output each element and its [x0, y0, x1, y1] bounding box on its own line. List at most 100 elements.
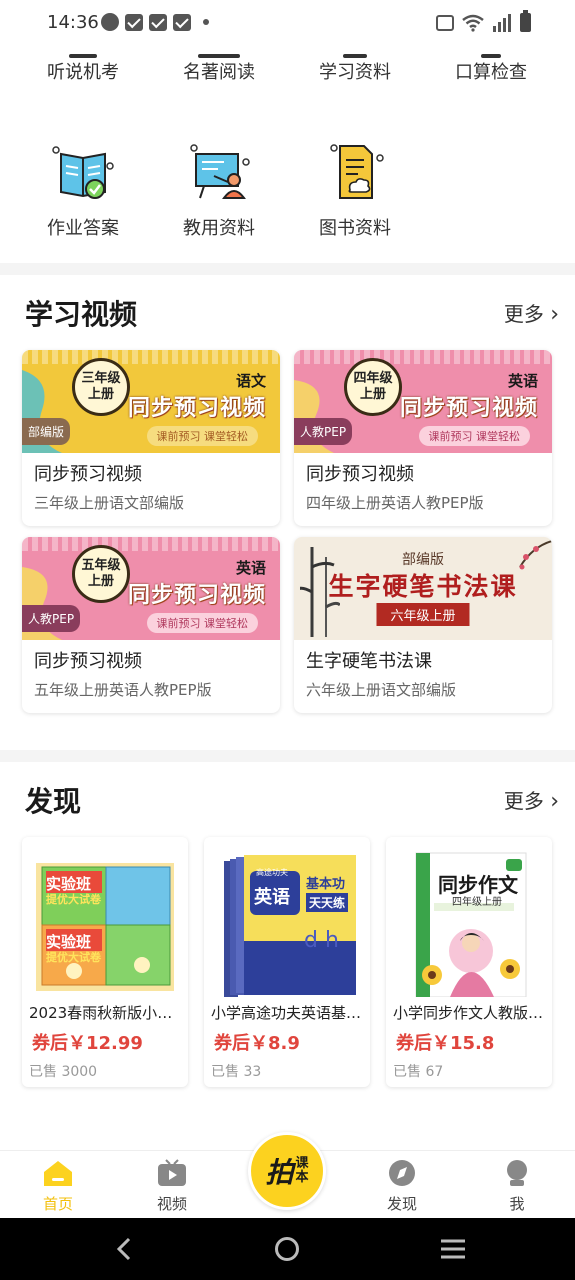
- nav-item-discover[interactable]: 发现: [362, 1159, 442, 1214]
- term-line: 上册: [359, 387, 386, 402]
- product-name: 2023春雨秋新版小学实验班提优大试卷: [29, 1004, 185, 1022]
- video-card[interactable]: 部编版 生字硬笔书法课 六年级上册 生字硬笔书法课 六年级上册语文部编版: [294, 537, 552, 713]
- nav-item-video[interactable]: 视频: [132, 1159, 212, 1214]
- thumb-title: 同步预习视频: [399, 396, 538, 421]
- center-button-sub: 课 本: [294, 1157, 309, 1185]
- edition-tag: 部编版: [22, 418, 71, 445]
- edition-tag: 人教PEP: [22, 605, 81, 632]
- product-card[interactable]: 同步作文 四年级上册 小学同步作文人教版四年级上册 券后￥15.8 已售 67: [386, 837, 552, 1087]
- product-name: 小学同步作文人教版四年级上册: [393, 1004, 549, 1022]
- video-thumbnail: 五年级 上册 人教PEP 英语 同步预习视频 课前预习 课堂轻松: [22, 537, 280, 640]
- tool-item-listening-exam[interactable]: 听说机考: [23, 40, 143, 84]
- document-cloud-icon: [320, 140, 390, 206]
- product-card[interactable]: 实验班 提优大试卷 实验班 提优大试卷 2023春雨秋新版小学实验班提优大试卷 …: [22, 837, 188, 1087]
- subject-label: 英语: [235, 559, 266, 577]
- video-card[interactable]: 四年级 上册 人教PEP 英语 同步预习视频 课前预习 课堂轻松 同步预习视频 四…: [294, 350, 552, 526]
- more-label: 更多: [503, 302, 544, 326]
- term-line: 上册: [87, 574, 114, 589]
- video-card[interactable]: 五年级 上册 人教PEP 英语 同步预习视频 课前预习 课堂轻松 同步预习视频 五…: [22, 537, 280, 713]
- cover-title: 英语: [254, 887, 290, 908]
- center-button-label: 拍: [265, 1156, 294, 1189]
- grade-line: 五年级: [81, 558, 121, 573]
- tool-item-mental-math-check[interactable]: 口算检查: [431, 40, 551, 84]
- grade-line: 三年级: [81, 371, 121, 386]
- tool-item-classics-reading[interactable]: 名著阅读: [159, 40, 279, 84]
- svg-text:d h: d h: [304, 928, 339, 953]
- tool-grid-row-2: 作业答案 教用资料 图书资料: [0, 136, 575, 246]
- more-label: 更多: [503, 789, 544, 813]
- teacher-board-icon: [184, 140, 254, 206]
- nav-label: 发现: [386, 1195, 417, 1213]
- profile-icon: [507, 1160, 527, 1186]
- thumb-title: 生字硬笔书法课: [328, 572, 518, 601]
- tool-item-label: 图书资料: [319, 218, 391, 239]
- product-price: 券后￥8.9: [214, 1033, 300, 1054]
- edition-tag: 人教PEP: [294, 418, 353, 445]
- grade-badge: 五年级 上册: [72, 545, 130, 603]
- thumb-title: 同步预习视频: [127, 583, 266, 608]
- nav-item-profile[interactable]: 我: [477, 1159, 557, 1214]
- video-thumbnail: 四年级 上册 人教PEP 英语 同步预习视频 课前预习 课堂轻松: [294, 350, 552, 453]
- nav-label: 首页: [42, 1195, 73, 1213]
- tool-item-book-materials[interactable]: 图书资料: [295, 140, 415, 240]
- video-name: 同步预习视频: [34, 651, 142, 672]
- mail-icon: [149, 13, 167, 31]
- subject-label: 英语: [507, 372, 538, 390]
- video-desc: 四年级上册英语人教PEP版: [306, 494, 484, 512]
- tool-item-teaching-materials[interactable]: 教用资料: [159, 140, 279, 240]
- video-name: 生字硬笔书法课: [306, 651, 432, 672]
- product-name: 小学高途功夫英语基本功天天练: [211, 1004, 367, 1022]
- tool-item-label: 听说机考: [47, 62, 119, 83]
- slogan: 课前预习 课堂轻松: [146, 613, 258, 633]
- mail-icon: [173, 13, 191, 31]
- discover-more-link[interactable]: 更多 ›: [504, 785, 559, 814]
- slogan: 课前预习 课堂轻松: [418, 426, 530, 446]
- home-circle-icon[interactable]: [275, 1237, 299, 1261]
- signal-icon: [493, 13, 511, 32]
- tool-item-study-materials[interactable]: 学习资料: [295, 40, 415, 84]
- tv-icon: [158, 1159, 186, 1186]
- nav-label: 视频: [156, 1195, 187, 1213]
- product-sold-count: 已售 67: [393, 1064, 444, 1080]
- term-line: 上册: [87, 387, 114, 402]
- tool-item-label: 作业答案: [47, 218, 119, 239]
- compass-icon: [389, 1160, 415, 1186]
- edition-tag: 部编版: [402, 552, 444, 568]
- nav-label: 我: [509, 1195, 525, 1213]
- mail-icon: [125, 13, 143, 31]
- videos-section-title: 学习视频: [25, 298, 138, 331]
- tool-item-label: 学习资料: [319, 62, 391, 83]
- chevron-right-icon: ›: [550, 302, 559, 327]
- tool-item-label: 教用资料: [183, 218, 255, 239]
- videos-more-link[interactable]: 更多 ›: [504, 298, 559, 327]
- tool-item-label: 口算检查: [455, 62, 527, 83]
- grade-badge: 四年级 上册: [344, 358, 402, 416]
- center-button-char: 本: [295, 1170, 309, 1185]
- product-image: 实验班 提优大试卷 实验班 提优大试卷: [32, 847, 178, 997]
- answer-book-icon: [48, 140, 118, 206]
- nav-item-home[interactable]: 首页: [18, 1159, 98, 1214]
- section-divider: [0, 750, 575, 762]
- vibrate-icon: [436, 14, 454, 31]
- grade-tag: 六年级上册: [376, 603, 470, 626]
- cover-sub: 提优大试卷: [46, 951, 101, 964]
- video-desc: 三年级上册语文部编版: [34, 494, 185, 512]
- section-divider: [0, 263, 575, 275]
- video-card[interactable]: 三年级 上册 部编版 语文 同步预习视频 课前预习 课堂轻松 同步预习视频 三年级…: [22, 350, 280, 526]
- cover-sub: 四年级上册: [452, 897, 502, 908]
- product-price: 券后￥12.99: [32, 1033, 143, 1054]
- video-thumbnail: 三年级 上册 部编版 语文 同步预习视频 课前预习 课堂轻松: [22, 350, 280, 453]
- tool-item-homework-answers[interactable]: 作业答案: [23, 140, 143, 240]
- cover-side: 基本功: [306, 877, 346, 892]
- grade-line: 四年级: [353, 371, 393, 386]
- product-card[interactable]: d h 高途功夫 英语 基本功 天天练 小学高途功夫英语基本功天天练 券后￥8.…: [204, 837, 370, 1087]
- back-icon[interactable]: [112, 1236, 138, 1262]
- product-price: 券后￥15.8: [396, 1033, 495, 1054]
- system-navigation-bar: [0, 1218, 575, 1280]
- status-time: 14:36: [47, 12, 99, 33]
- slogan: 课前预习 课堂轻松: [146, 426, 258, 446]
- notification-icons: [101, 13, 209, 31]
- recents-icon[interactable]: [440, 1238, 466, 1260]
- folder-icon: [295, 40, 415, 58]
- scan-homework-button[interactable]: 拍 课 本: [248, 1132, 326, 1210]
